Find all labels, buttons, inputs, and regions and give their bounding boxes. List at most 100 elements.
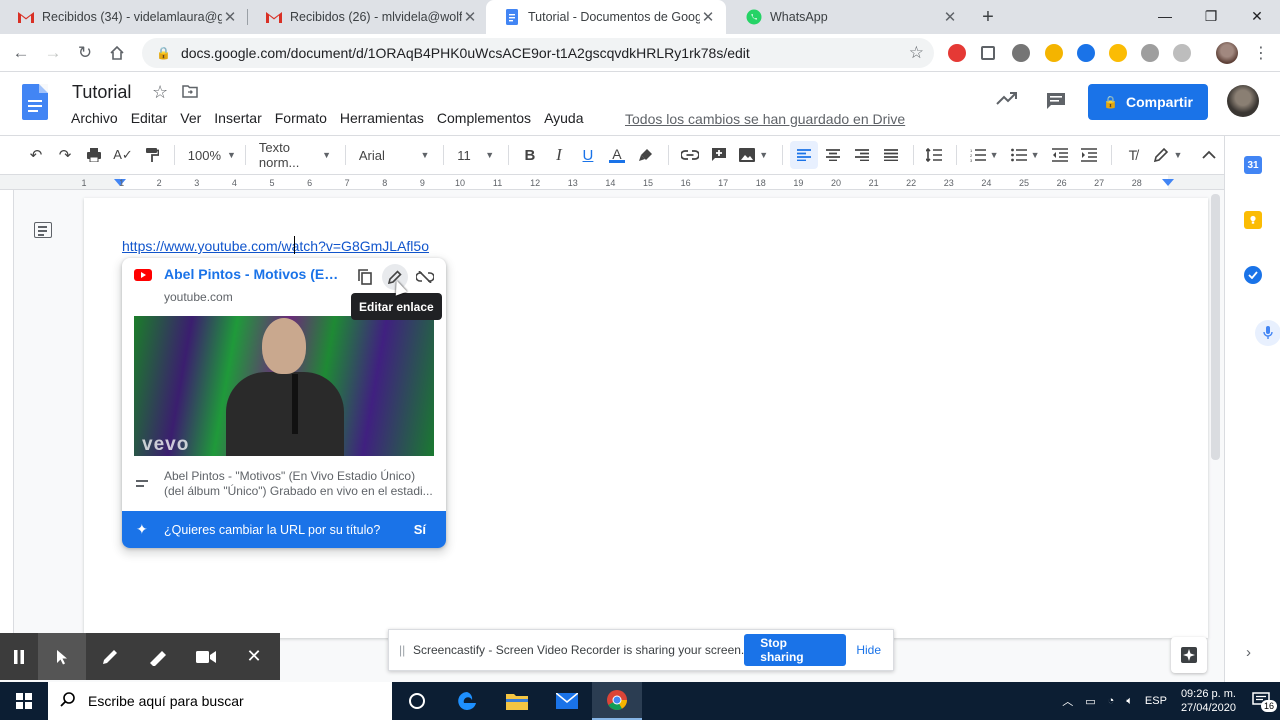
remove-link-button[interactable] [412, 264, 438, 290]
reload-button[interactable]: ↻ [72, 40, 98, 66]
video-thumbnail[interactable]: vevo [134, 316, 434, 456]
clear-formatting-button[interactable]: T̸ [1119, 141, 1147, 169]
collapse-toolbar-button[interactable] [1195, 141, 1223, 169]
paint-format-button[interactable] [138, 141, 166, 169]
align-center-button[interactable] [819, 141, 847, 169]
link-card-title[interactable]: Abel Pintos - Motivos (En ... [164, 266, 344, 282]
paragraph-style-select[interactable]: Texto norm... ▼ [253, 140, 337, 170]
font-family-select[interactable]: Arial ▼ [353, 141, 436, 169]
text-color-button[interactable]: A [603, 141, 631, 169]
expand-side-panel-icon[interactable]: › [1246, 644, 1251, 661]
account-avatar[interactable] [1227, 85, 1259, 117]
hide-sharing-bar-button[interactable]: Hide [856, 643, 881, 657]
highlighter-tool-button[interactable] [134, 633, 182, 680]
new-tab-button[interactable]: + [976, 5, 1000, 29]
extension-more-icon[interactable] [1173, 44, 1191, 62]
close-tools-button[interactable]: ✕ [230, 633, 278, 680]
insert-link-button[interactable] [676, 141, 704, 169]
bold-button[interactable]: B [516, 141, 544, 169]
notifications-button[interactable]: 16 [1252, 691, 1278, 712]
taskbar-clock[interactable]: 09:26 p. m. 27/04/2020 [1181, 687, 1236, 715]
close-tab-icon[interactable]: ✕ [222, 9, 238, 26]
document-outline-icon[interactable] [34, 222, 52, 238]
explore-button[interactable] [1171, 637, 1207, 673]
taskbar-mail[interactable] [542, 682, 592, 720]
star-icon[interactable]: ☆ [152, 82, 168, 103]
horizontal-ruler[interactable]: 1 1 2 3 4 5 6 7 8 9 10 11 12 13 14 15 16 17 18 19 20 21 22 23 24… [0, 174, 1224, 190]
taskbar-chrome[interactable] [592, 682, 642, 720]
extension-blue-icon[interactable] [1077, 44, 1095, 62]
right-indent-marker[interactable] [1162, 179, 1174, 186]
menu-herramientas[interactable]: Herramientas [340, 110, 424, 126]
menu-ayuda[interactable]: Ayuda [544, 110, 583, 126]
back-button[interactable]: ← [8, 40, 34, 66]
forward-button[interactable]: → [40, 40, 66, 66]
vertical-ruler[interactable] [0, 190, 14, 636]
print-button[interactable] [80, 141, 108, 169]
voice-typing-icon[interactable] [1255, 320, 1280, 346]
insert-image-button[interactable]: ▼ [734, 141, 774, 169]
activity-trend-icon[interactable] [996, 92, 1018, 111]
browser-tab-gmail-1[interactable]: Recibidos (34) - videlamlaura@g... ✕ [0, 0, 248, 34]
italic-button[interactable]: I [545, 141, 573, 169]
minimize-window-button[interactable]: — [1142, 0, 1188, 32]
pointer-tool-button[interactable] [38, 633, 86, 680]
taskbar-search[interactable]: Escribe aquí para buscar [48, 682, 392, 720]
convert-yes-button[interactable]: Sí [414, 522, 426, 537]
align-right-button[interactable] [848, 141, 876, 169]
address-bar[interactable]: 🔒 docs.google.com/document/d/1ORAqB4PHK0… [142, 38, 934, 68]
editing-mode-button[interactable]: ▼ [1148, 141, 1188, 169]
cortana-button[interactable] [392, 682, 442, 720]
spellcheck-button[interactable]: A✓ [109, 141, 137, 169]
extension-chrome-icon[interactable] [1109, 44, 1127, 62]
save-status[interactable]: Todos los cambios se han guardado en Dri… [625, 111, 905, 127]
close-tab-icon[interactable]: ✕ [700, 9, 716, 26]
home-button[interactable] [104, 40, 130, 66]
extension-thumb-icon[interactable] [1045, 44, 1063, 62]
browser-tab-gmail-2[interactable]: Recibidos (26) - mlvidela@wolfs... ✕ [248, 0, 488, 34]
vertical-scrollbar[interactable] [1211, 194, 1220, 460]
close-tab-icon[interactable]: ✕ [462, 9, 478, 26]
drag-handle-icon[interactable]: || [399, 643, 405, 657]
menu-editar[interactable]: Editar [131, 110, 168, 126]
tasks-icon[interactable] [1244, 266, 1262, 284]
windows-start-button[interactable] [0, 682, 48, 720]
menu-formato[interactable]: Formato [275, 110, 327, 126]
decrease-indent-button[interactable] [1046, 141, 1074, 169]
show-hidden-icons-icon[interactable]: ︿ [1062, 693, 1073, 709]
zoom-select[interactable]: 100% ▼ [182, 141, 237, 169]
extension-screencastify-icon[interactable] [948, 44, 966, 62]
line-spacing-button[interactable] [920, 141, 948, 169]
browser-menu-button[interactable]: ⋮ [1248, 40, 1274, 66]
highlight-color-button[interactable] [632, 141, 660, 169]
bookmark-star-icon[interactable]: ☆ [909, 43, 924, 63]
menu-archivo[interactable]: Archivo [71, 110, 118, 126]
redo-button[interactable]: ↷ [51, 141, 79, 169]
share-button[interactable]: 🔒 Compartir [1088, 84, 1208, 120]
undo-button[interactable]: ↶ [22, 141, 50, 169]
wifi-icon[interactable]: ◔ [1108, 695, 1115, 707]
network-icon[interactable]: ▭ [1085, 695, 1095, 708]
volume-icon[interactable]: 🔈︎ [1126, 695, 1133, 708]
document-title[interactable]: Tutorial [72, 82, 131, 103]
close-tab-icon[interactable]: ✕ [942, 9, 958, 26]
taskbar-file-explorer[interactable] [492, 682, 542, 720]
webcam-toggle-button[interactable] [182, 633, 230, 680]
menu-insertar[interactable]: Insertar [214, 110, 261, 126]
extension-gray-icon[interactable] [1012, 44, 1030, 62]
browser-tab-docs[interactable]: Tutorial - Documentos de Googl... ✕ [486, 0, 726, 34]
pause-recording-button[interactable] [0, 633, 38, 680]
close-window-button[interactable]: ✕ [1234, 0, 1280, 32]
insert-comment-button[interactable] [705, 141, 733, 169]
increase-indent-button[interactable] [1075, 141, 1103, 169]
bulleted-list-button[interactable]: ▼ [1005, 141, 1045, 169]
profile-avatar[interactable] [1216, 42, 1238, 64]
calendar-icon[interactable]: 31 [1244, 156, 1262, 174]
language-indicator[interactable]: ESP [1145, 695, 1167, 707]
document-link[interactable]: https://www.youtube.com/watch?v=G8GmJLAf… [122, 238, 429, 254]
font-size-select[interactable]: 11 ▼ [451, 141, 500, 169]
move-folder-icon[interactable] [182, 84, 198, 103]
stop-sharing-button[interactable]: Stop sharing [744, 634, 847, 666]
justify-button[interactable] [877, 141, 905, 169]
underline-button[interactable]: U [574, 141, 602, 169]
